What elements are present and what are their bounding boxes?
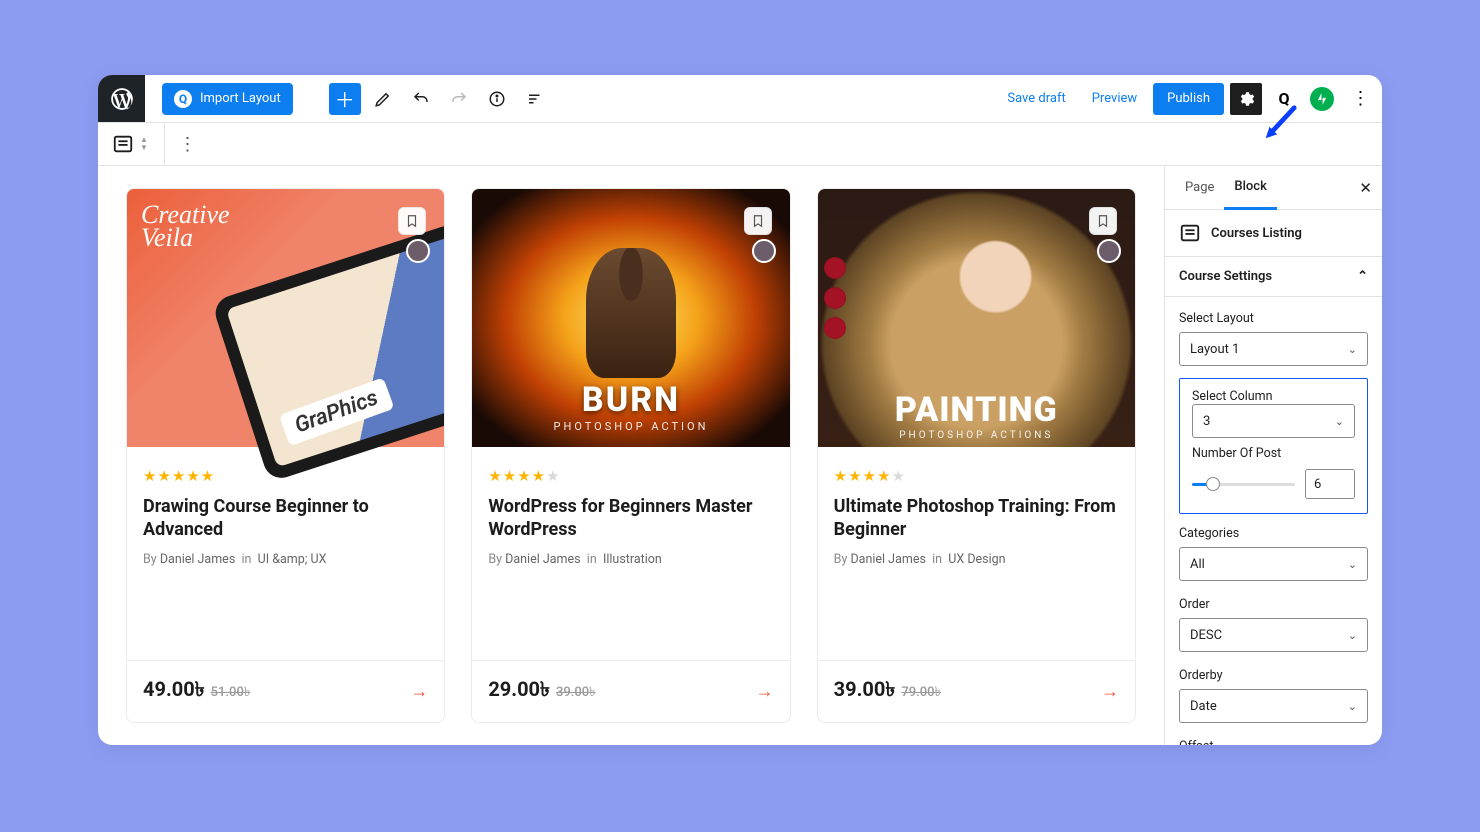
course-price: 49.00৳51.00৳ [143,675,250,708]
block-name-label: Courses Listing [1211,226,1302,241]
undo-icon[interactable] [405,83,437,115]
close-sidebar-icon[interactable]: ✕ [1359,179,1372,197]
course-thumbnail: PAINTINGPHOTOSHOP ACTIONS [818,189,1135,447]
chevron-down-icon: ⌄ [1348,558,1357,571]
move-handlers[interactable]: ▲▼ [140,136,148,152]
chevron-down-icon: ⌄ [1348,629,1357,642]
add-block-button[interactable]: ＋ [329,83,361,115]
column-select[interactable]: 3⌄ [1192,404,1355,438]
editor-canvas: ★★★★★ Drawing Course Beginner to Advance… [98,166,1164,745]
tab-page[interactable]: Page [1175,166,1224,210]
course-price: 39.00৳79.00৳ [834,675,941,708]
course-price: 29.00৳39.00৳ [488,675,595,708]
block-name-row: Courses Listing [1165,210,1382,257]
import-layout-icon: Q [174,90,192,108]
rating-stars: ★★★★★ [834,467,1119,485]
topbar: Q Import Layout ＋ Save draft Preview Pub… [98,75,1382,122]
author-avatar [1097,239,1121,263]
chevron-down-icon: ⌄ [1348,343,1357,356]
go-arrow-icon[interactable]: → [756,681,774,702]
block-more-icon[interactable]: ⋮ [165,134,209,155]
categories-label: Categories [1179,526,1368,541]
list-view-icon[interactable] [519,83,551,115]
course-thumbnail [127,189,444,447]
wordpress-logo[interactable] [98,75,145,122]
course-title: Ultimate Photoshop Training: From Beginn… [834,495,1119,542]
bookmark-icon[interactable] [744,207,772,235]
bookmark-icon[interactable] [1089,207,1117,235]
orderby-select[interactable]: Date⌄ [1179,689,1368,723]
chevron-up-icon: ⌃ [1357,269,1368,284]
numpost-slider[interactable] [1192,483,1295,486]
jetpack-icon[interactable] [1306,83,1338,115]
settings-sidebar: Page Block ✕ Courses Listing Course Sett… [1164,166,1382,745]
orderby-label: Orderby [1179,668,1368,683]
course-card[interactable]: BURNPHOTOSHOP ACTION ★★★★★ WordPress for… [471,188,790,723]
order-select[interactable]: DESC⌄ [1179,618,1368,652]
publish-button[interactable]: Publish [1153,83,1224,115]
chevron-down-icon: ⌄ [1348,700,1357,713]
settings-gear-icon[interactable] [1230,83,1262,115]
go-arrow-icon[interactable]: → [410,681,428,702]
course-card[interactable]: ★★★★★ Drawing Course Beginner to Advance… [126,188,445,723]
edit-tool-icon[interactable] [367,83,399,115]
editor-window: Q Import Layout ＋ Save draft Preview Pub… [98,75,1382,745]
column-label: Select Column [1192,389,1355,404]
pointer-arrow-annotation [1260,104,1298,146]
block-toolbar: ▲▼ ⋮ [98,122,1382,166]
categories-select[interactable]: All⌄ [1179,547,1368,581]
block-type-icon[interactable] [112,133,134,155]
preview-link[interactable]: Preview [1082,85,1147,112]
layout-select[interactable]: Layout 1⌄ [1179,332,1368,366]
highlighted-settings: Select Column 3⌄ Number Of Post 6 [1179,378,1368,514]
order-label: Order [1179,597,1368,612]
chevron-down-icon: ⌄ [1335,415,1344,428]
course-card[interactable]: PAINTINGPHOTOSHOP ACTIONS ★★★★★ Ultimate… [817,188,1136,723]
tab-block[interactable]: Block [1224,166,1276,210]
numpost-input[interactable]: 6 [1305,469,1355,499]
course-meta: By Daniel James in UX Design [834,552,1119,567]
redo-icon[interactable] [443,83,475,115]
rating-stars: ★★★★★ [488,467,773,485]
save-draft-link[interactable]: Save draft [997,85,1075,112]
course-meta: By Daniel James in Illustration [488,552,773,567]
offset-label: Offset [1179,739,1368,745]
course-title: WordPress for Beginners Master WordPress [488,495,773,542]
course-thumbnail: BURNPHOTOSHOP ACTION [472,189,789,447]
more-options-icon[interactable]: ⋮ [1344,83,1376,115]
layout-label: Select Layout [1179,311,1368,326]
go-arrow-icon[interactable]: → [1101,681,1119,702]
course-title: Drawing Course Beginner to Advanced [143,495,428,542]
author-avatar [752,239,776,263]
info-icon[interactable] [481,83,513,115]
course-meta: By Daniel James in UI &amp; UX [143,552,428,567]
panel-course-settings[interactable]: Course Settings ⌃ [1165,257,1382,297]
import-layout-button[interactable]: Q Import Layout [162,83,293,115]
bookmark-icon[interactable] [398,207,426,235]
import-layout-label: Import Layout [200,91,281,106]
numpost-label: Number Of Post [1192,446,1355,461]
